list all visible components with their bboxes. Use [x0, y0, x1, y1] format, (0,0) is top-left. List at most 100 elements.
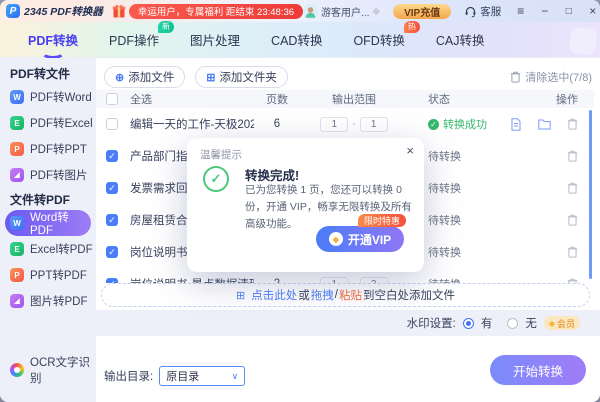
close-icon[interactable]: × — [586, 4, 599, 18]
tab-caj-convert[interactable]: CAJ转换 — [436, 30, 485, 49]
vip-diamond-icon: ◆ — [329, 232, 343, 246]
output-directory-select[interactable]: 原目录 ∨ — [159, 366, 245, 386]
sidebar-item-word-to-pdf[interactable]: W Word转PDF — [5, 210, 91, 236]
tab-image-process[interactable]: 图片处理 — [190, 30, 240, 49]
background-logo-watermark — [568, 26, 597, 55]
row-checkbox[interactable]: ✓ — [106, 150, 118, 162]
sidebar-item-ppt-to-pdf[interactable]: P PPT转PDF — [0, 262, 96, 288]
delete-icon[interactable] — [567, 182, 578, 194]
plus-square-icon: ⊞ — [236, 289, 245, 302]
open-vip-button[interactable]: ◆ 开通VIP — [316, 226, 404, 252]
delete-icon[interactable] — [567, 246, 578, 258]
ocr-icon — [10, 363, 24, 377]
sidebar-item-pdf-to-word[interactable]: W PDF转Word — [0, 84, 96, 110]
col-actions: 操作 — [506, 91, 594, 107]
col-status: 状态 — [408, 91, 506, 107]
word-icon: W — [10, 90, 24, 104]
add-file-button[interactable]: ⊕ 添加文件 — [104, 66, 185, 88]
excel-icon: E — [10, 116, 24, 130]
watermark-settings-bar: 水印设置: 有 无 ◆ 会员 — [96, 310, 600, 336]
close-icon[interactable]: × — [406, 143, 414, 158]
row-checkbox[interactable] — [106, 118, 118, 130]
status-success: ✓ 转换成功 — [408, 116, 506, 132]
output-directory-row: 输出目录: 原目录 ∨ — [104, 366, 245, 386]
tab-ofd-convert[interactable]: OFD转换 热 — [353, 30, 404, 49]
sidebar-item-image-to-pdf[interactable]: ◢ 图片转PDF — [0, 288, 96, 314]
add-folder-button[interactable]: ⊞ 添加文件夹 — [195, 66, 288, 88]
minimize-icon[interactable]: − — [538, 4, 551, 18]
select-all-checkbox[interactable] — [106, 93, 118, 105]
select-all-label: 全选 — [130, 91, 254, 107]
sidebar-item-pdf-to-image[interactable]: ◢ PDF转图片 — [0, 162, 96, 188]
open-file-icon[interactable] — [510, 118, 522, 131]
page-count: 6 — [254, 118, 300, 130]
vip-diamond-icon: ◆ — [372, 6, 380, 17]
range-to-input[interactable]: 1 — [360, 117, 388, 132]
col-range: 输出范围 — [300, 91, 408, 107]
headset-icon — [464, 5, 477, 18]
list-scrollbar[interactable] — [589, 110, 592, 279]
plus-circle-icon: ⊕ — [115, 71, 124, 84]
conversion-complete-dialog: 温馨提示 × ✓ 转换完成! 已为您转换 1 页，您还可以转换 0 份，开通 V… — [187, 138, 424, 272]
start-convert-button[interactable]: 开始转换 — [490, 355, 586, 385]
watermark-off-radio[interactable] — [507, 318, 518, 329]
sidebar-section-pdf-to-file: PDF转文件 — [0, 64, 96, 84]
tab-cad-convert[interactable]: CAD转换 — [271, 30, 322, 49]
row-checkbox[interactable]: ✓ — [106, 214, 118, 226]
sidebar-item-pdf-to-ppt[interactable]: P PDF转PPT — [0, 136, 96, 162]
sidebar-section-file-to-pdf: 文件转PDF — [0, 190, 96, 210]
watermark-label: 水印设置: — [407, 315, 456, 331]
sidebar-item-ocr[interactable]: OCR文字识别 — [10, 354, 96, 386]
delete-icon[interactable] — [567, 118, 578, 130]
titlebar-right: 游客用户... ◆ VIP充值 客服 ≡ − □ × — [303, 4, 599, 19]
success-check-icon: ✓ — [428, 119, 439, 130]
title-bar: P 2345 PDF转换器 幸运用户，专属福利 距结束 23:48:36 游客用… — [0, 0, 600, 22]
ppt-icon: P — [10, 268, 24, 282]
success-circle-icon: ✓ — [203, 166, 229, 192]
status-pending: 待转换 — [408, 276, 506, 283]
col-pages: 页数 — [254, 91, 300, 107]
member-badge[interactable]: ◆ 会员 — [544, 316, 580, 330]
app-window: P 2345 PDF转换器 幸运用户，专属福利 距结束 23:48:36 游客用… — [0, 0, 600, 402]
gift-icon — [111, 3, 127, 19]
active-tab-underline — [41, 45, 65, 59]
window-controls: ≡ − □ × — [514, 4, 599, 18]
menu-icon[interactable]: ≡ — [514, 4, 527, 18]
new-badge: 新 — [158, 21, 174, 33]
word-icon: W — [10, 216, 24, 230]
table-row: 编辑一天的工作-天极202... 6 1 - 1 ✓ 转换成功 — [96, 108, 594, 140]
output-directory-label: 输出目录: — [104, 368, 153, 384]
image-icon: ◢ — [10, 294, 24, 308]
tab-pdf-convert[interactable]: PDF转换 — [28, 30, 78, 49]
file-dropzone[interactable]: ⊞ 点击此处 或 拖拽 / 粘贴 到空白处添加文件 — [101, 283, 590, 307]
user-account[interactable]: 游客用户... ◆ — [303, 4, 380, 19]
row-checkbox[interactable]: ✓ — [106, 182, 118, 194]
main-nav-tabs: PDF转换 PDF操作 新 图片处理 CAD转换 OFD转换 热 CAJ转换 — [0, 22, 600, 58]
promo-banner[interactable]: 幸运用户，专属福利 距结束 23:48:36 — [111, 3, 303, 19]
avatar — [303, 4, 318, 19]
watermark-on-label: 有 — [481, 315, 493, 331]
app-logo: P 2345 PDF转换器 — [6, 4, 103, 19]
vip-recharge-button[interactable]: VIP充值 — [393, 4, 451, 19]
diamond-icon: ◆ — [549, 319, 555, 328]
promo-countdown: 幸运用户，专属福利 距结束 23:48:36 — [129, 4, 303, 19]
maximize-icon[interactable]: □ — [562, 6, 575, 17]
excel-icon: E — [10, 242, 24, 256]
chevron-down-icon: ∨ — [232, 371, 239, 382]
hot-badge: 热 — [404, 21, 420, 33]
sidebar-item-pdf-to-excel[interactable]: E PDF转Excel — [0, 110, 96, 136]
row-checkbox[interactable]: ✓ — [106, 246, 118, 258]
file-toolbar: ⊕ 添加文件 ⊞ 添加文件夹 清除选中(7/8) — [104, 66, 592, 88]
range-from-input[interactable]: 1 — [320, 117, 348, 132]
sidebar-item-excel-to-pdf[interactable]: E Excel转PDF — [0, 236, 96, 262]
customer-service-button[interactable]: 客服 — [464, 4, 501, 19]
watermark-on-radio[interactable] — [463, 318, 474, 329]
plus-square-icon: ⊞ — [206, 71, 215, 84]
open-folder-icon[interactable] — [538, 119, 551, 130]
clear-selected-button[interactable]: 清除选中(7/8) — [510, 69, 592, 85]
trash-icon — [510, 71, 521, 83]
delete-icon[interactable] — [567, 150, 578, 162]
delete-icon[interactable] — [567, 214, 578, 226]
app-title: 2345 PDF转换器 — [24, 4, 103, 19]
tab-pdf-operate[interactable]: PDF操作 新 — [109, 30, 159, 49]
